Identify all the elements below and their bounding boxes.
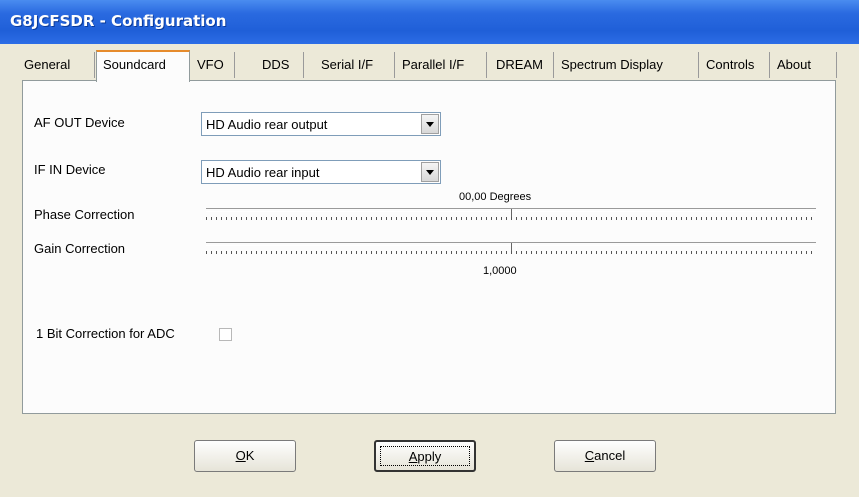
gain-correction-label: Gain Correction: [34, 241, 126, 256]
if-in-device-select[interactable]: HD Audio rear input: [201, 160, 441, 184]
title-bar[interactable]: G8JCFSDR - Configuration: [0, 0, 859, 44]
tab-spectrum-display[interactable]: Spectrum Display: [555, 52, 699, 78]
tab-about[interactable]: About: [771, 52, 837, 78]
tab-parallel-if[interactable]: Parallel I/F: [396, 52, 487, 78]
one-bit-correction-checkbox[interactable]: [219, 328, 232, 341]
cancel-button[interactable]: Cancel: [554, 440, 656, 472]
ok-label-rest: K: [245, 448, 255, 463]
af-out-label: AF OUT Device: [34, 115, 125, 130]
slider-ticks: [206, 217, 816, 220]
soundcard-panel: AF OUT Device HD Audio rear output IF IN…: [22, 80, 836, 414]
slider-thumb[interactable]: [511, 243, 517, 251]
one-bit-correction-label: 1 Bit Correction for ADC: [36, 326, 175, 341]
tab-strip: General Soundcard VFO DDS Serial I/F Par…: [18, 50, 844, 82]
ok-button[interactable]: OK: [194, 440, 296, 472]
gain-correction-value: 1,0000: [483, 265, 517, 277]
chevron-down-icon[interactable]: [421, 162, 439, 182]
phase-correction-value: 00,00 Degrees: [459, 191, 532, 203]
focus-rect: [380, 446, 470, 466]
slider-ticks: [206, 251, 816, 254]
tab-soundcard[interactable]: Soundcard: [96, 50, 190, 82]
ok-mnemonic: O: [235, 448, 246, 463]
tab-dds[interactable]: DDS: [256, 52, 304, 78]
slider-thumb[interactable]: [511, 209, 517, 217]
af-out-device-select[interactable]: HD Audio rear output: [201, 112, 441, 136]
cancel-label-rest: ancel: [594, 448, 626, 463]
tab-serial-if[interactable]: Serial I/F: [315, 52, 395, 78]
if-in-device-value: HD Audio rear input: [206, 165, 320, 180]
phase-correction-label: Phase Correction: [34, 207, 135, 222]
gain-correction-slider[interactable]: [206, 239, 816, 259]
if-in-label: IF IN Device: [34, 162, 106, 177]
configuration-window: G8JCFSDR - Configuration General Soundca…: [0, 0, 859, 497]
tab-general[interactable]: General: [18, 52, 95, 78]
chevron-down-icon[interactable]: [421, 114, 439, 134]
tab-controls[interactable]: Controls: [700, 52, 770, 78]
tab-vfo[interactable]: VFO: [191, 52, 235, 78]
window-title: G8JCFSDR - Configuration: [10, 12, 227, 30]
cancel-mnemonic: C: [584, 448, 595, 463]
tab-dream[interactable]: DREAM: [490, 52, 554, 78]
phase-correction-slider[interactable]: [206, 205, 816, 225]
af-out-device-value: HD Audio rear output: [206, 117, 328, 132]
apply-button[interactable]: Apply: [374, 440, 476, 472]
